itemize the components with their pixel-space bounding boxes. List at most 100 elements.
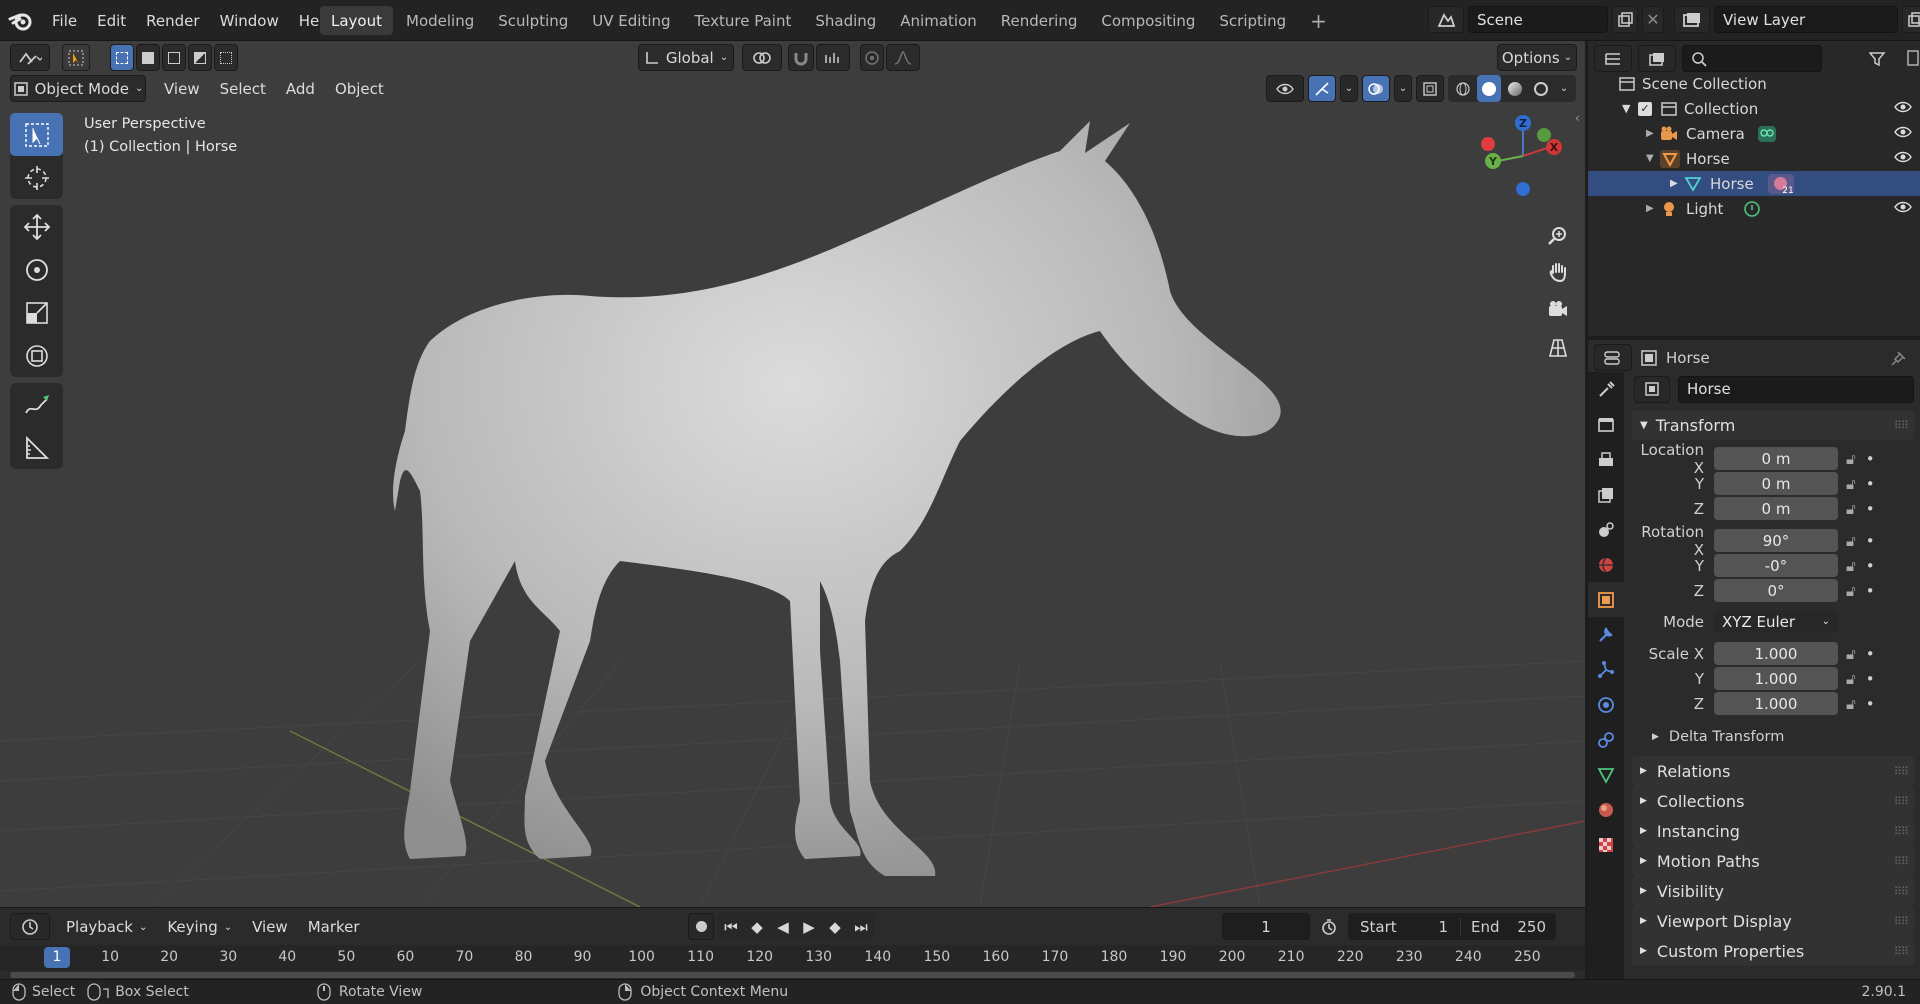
select-invert-icon[interactable] [188,44,212,71]
lock-icon[interactable]: 🔓︎ [1846,532,1856,550]
frame-ruler[interactable]: 1 10 20 30 40 50 60 70 80 90 100 110 120 130 140 150 160… [0,945,1585,971]
ortho-grid-icon[interactable] [1540,329,1576,367]
lock-icon[interactable]: 🔓︎ [1846,557,1856,575]
select-subtract-icon[interactable] [162,44,186,71]
rotate-tool[interactable] [10,248,63,291]
scene-name-field[interactable]: Scene [1468,6,1608,33]
outliner-item-camera[interactable]: ▶ Camera [1588,121,1920,146]
expand-arrow-icon[interactable]: ▶ [1646,128,1660,139]
keyframe-dot-icon[interactable]: • [1866,670,1875,688]
falloff-dropdown[interactable] [886,44,920,71]
overlays-dropdown[interactable]: ⌄ [1394,75,1412,102]
physics-tab-icon[interactable] [1588,687,1624,722]
view-layer-browse-button[interactable] [1674,6,1710,33]
proportional-edit-toggle[interactable] [860,44,884,71]
keyframe-dot-icon[interactable]: • [1866,450,1875,468]
menu-file[interactable]: File [42,0,87,41]
tab-compositing[interactable]: Compositing [1090,6,1206,35]
eye-icon[interactable] [1894,100,1912,114]
view-layer-new-button[interactable] [1902,6,1920,33]
material-tab-icon[interactable] [1588,792,1624,827]
material-badge[interactable]: 21 [1767,173,1794,196]
location-x-field[interactable]: 0 m [1714,447,1838,470]
lock-icon[interactable]: 🔓︎ [1846,670,1856,688]
scale-x-field[interactable]: 1.000 [1714,642,1838,665]
scale-tool[interactable] [10,291,63,334]
tab-sculpting[interactable]: Sculpting [487,6,579,35]
scale-y-field[interactable]: 1.000 [1714,667,1838,690]
instancing-panel-header[interactable]: ▶ Instancing ⠿⠿ [1632,816,1914,846]
pivot-point-dropdown[interactable] [742,44,782,71]
menu-view[interactable]: View [154,75,210,103]
drag-grip-icon[interactable]: ⠿⠿ [1894,885,1909,898]
transform-orientation-dropdown[interactable]: Global ⌄ [638,44,734,71]
zoom-icon[interactable] [1540,217,1576,253]
timeline-editor-type-button[interactable] [10,913,50,940]
menu-object[interactable]: Object [325,75,394,103]
data-tab-icon[interactable] [1588,757,1624,792]
blender-logo-icon[interactable] [8,10,34,32]
outliner-item-light[interactable]: ▶ Light [1588,196,1920,221]
shading-dropdown[interactable]: ⌄ [1555,75,1573,102]
options-dropdown[interactable]: Options ⌄ [1497,44,1577,71]
pan-hand-icon[interactable] [1540,253,1576,291]
checkbox-icon[interactable]: ✓ [1638,101,1652,116]
transform-tool[interactable] [10,334,63,377]
lock-icon[interactable]: 🔓︎ [1846,475,1856,493]
output-tab-icon[interactable] [1588,442,1624,477]
select-tool-mode-button[interactable] [62,44,90,71]
snap-target-dropdown[interactable] [816,44,850,71]
location-y-field[interactable]: 0 m [1714,472,1838,495]
relations-panel-header[interactable]: ▶ Relations ⠿⠿ [1632,756,1914,786]
wireframe-shading-icon[interactable] [1451,75,1475,102]
collections-panel-header[interactable]: ▶ Collections ⠿⠿ [1632,786,1914,816]
lock-icon[interactable]: 🔓︎ [1846,450,1856,468]
drag-grip-icon[interactable]: ⠿⠿ [1894,945,1909,958]
rotation-mode-dropdown[interactable]: XYZ Euler ⌄ [1714,610,1838,633]
scale-z-field[interactable]: 1.000 [1714,692,1838,715]
collection-row[interactable]: ▼ ✓ Collection [1588,96,1920,121]
tab-uv-editing[interactable]: UV Editing [581,6,681,35]
snap-toggle[interactable] [788,44,814,71]
pin-icon[interactable] [1890,349,1908,367]
rotation-z-field[interactable]: 0° [1714,579,1838,602]
object-browse-button[interactable] [1634,375,1670,403]
mode-dropdown[interactable]: Object Mode ⌄ [10,75,146,102]
object-name-field[interactable]: Horse [1678,375,1914,403]
drag-grip-icon[interactable]: ⠿⠿ [1894,765,1909,778]
scene-delete-button[interactable]: ✕ [1642,6,1664,33]
drag-grip-icon[interactable]: ⠿⠿ [1894,419,1909,432]
tool-tab-icon[interactable] [1588,372,1624,407]
play-icon[interactable]: ▶ [796,913,822,940]
keyframe-dot-icon[interactable]: • [1866,475,1875,493]
xray-toggle[interactable] [1416,75,1444,102]
tab-animation[interactable]: Animation [889,6,987,35]
rotation-x-field[interactable]: 90° [1714,529,1838,552]
menu-select[interactable]: Select [210,75,276,103]
select-new-icon[interactable] [110,44,134,71]
select-box-tool[interactable] [10,113,63,156]
gizmo-neg-z[interactable] [1516,182,1530,196]
keyframe-dot-icon[interactable]: • [1866,582,1875,600]
camera-view-icon[interactable] [1540,291,1576,329]
keyframe-dot-icon[interactable]: • [1866,532,1875,550]
scene-new-button[interactable] [1612,6,1638,33]
lock-icon[interactable]: 🔓︎ [1846,500,1856,518]
gizmo-dropdown[interactable]: ⌄ [1340,75,1358,102]
add-workspace-icon[interactable]: + [1299,6,1338,35]
jump-end-icon[interactable]: ⏭ [848,913,874,940]
expand-arrow-icon[interactable]: ▶ [1670,178,1684,189]
menu-window[interactable]: Window [210,0,289,41]
motion-paths-panel-header[interactable]: ▶ Motion Paths ⠿⠿ [1632,846,1914,876]
drag-grip-icon[interactable]: ⠿⠿ [1894,915,1909,928]
solid-shading-icon[interactable] [1477,75,1501,102]
particles-tab-icon[interactable] [1588,652,1624,687]
3d-viewport[interactable]: Global ⌄ Options ⌄ Object Mode ⌄ View Se… [0,41,1585,907]
menu-timeline-view[interactable]: View [242,913,298,941]
filter-dropdown[interactable] [1860,45,1898,72]
eye-icon[interactable] [1894,125,1912,139]
visibility-dropdown[interactable] [1266,75,1304,102]
rotation-y-field[interactable]: -0° [1714,554,1838,577]
render-tab-icon[interactable] [1588,407,1624,442]
measure-tool[interactable] [10,426,63,469]
